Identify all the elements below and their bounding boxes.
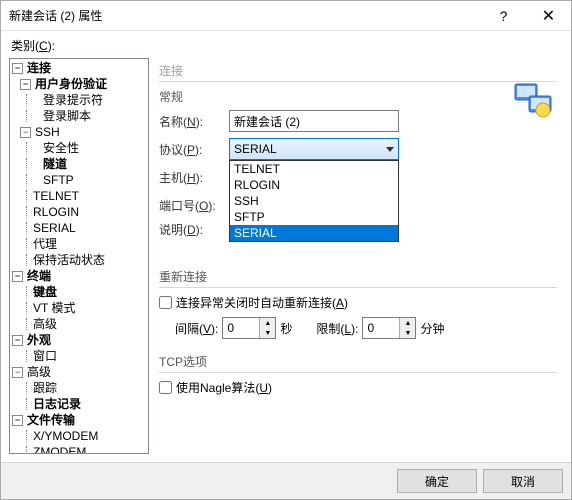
reconnect-params: 间隔(V): 0 ▲▼ 秒 限制(L): 0 ▲▼ 分钟 xyxy=(175,317,557,339)
tree-tunnel[interactable]: 隧道 xyxy=(12,156,146,172)
toggle-icon[interactable]: − xyxy=(20,127,31,138)
category-tree[interactable]: −连接 −用户身份验证 登录提示符 登录脚本 −SSH 安全性 隧道 SFTP … xyxy=(9,58,149,454)
main-split: −连接 −用户身份验证 登录提示符 登录脚本 −SSH 安全性 隧道 SFTP … xyxy=(9,58,563,454)
protocol-option[interactable]: RLOGIN xyxy=(230,177,398,193)
row-name: 名称(N): xyxy=(159,109,557,133)
toggle-icon[interactable]: − xyxy=(12,271,23,282)
tree-connection[interactable]: −连接 xyxy=(12,60,146,76)
dialog-body: 类别(C): −连接 −用户身份验证 登录提示符 登录脚本 −SSH 安全性 隧… xyxy=(1,31,571,462)
protocol-dropdown[interactable]: TELNETRLOGINSSHSFTPSERIAL xyxy=(229,160,399,242)
toggle-icon[interactable]: − xyxy=(20,79,31,90)
button-bar: 确定 取消 xyxy=(1,462,571,499)
port-label: 端口号(O): xyxy=(159,197,229,214)
spinner-arrows[interactable]: ▲▼ xyxy=(399,318,415,338)
interval-unit: 秒 xyxy=(280,320,292,337)
tree-terminal[interactable]: −终端 xyxy=(12,268,146,284)
tree-term-advanced[interactable]: 高级 xyxy=(12,316,146,332)
tree-zmodem[interactable]: ZMODEM xyxy=(12,444,146,454)
category-label-text: 类别 xyxy=(11,39,35,53)
cancel-button[interactable]: 取消 xyxy=(483,469,563,493)
divider xyxy=(159,81,557,82)
name-label: 名称(N): xyxy=(159,113,229,130)
auto-reconnect-row: 连接异常关闭时自动重新连接(A) xyxy=(159,294,557,311)
tree-serial[interactable]: SERIAL xyxy=(12,220,146,236)
help-button[interactable]: ? xyxy=(481,1,526,30)
section-general: 常规 xyxy=(159,88,557,105)
form-pane: 连接 常规 名称(N): xyxy=(149,58,563,454)
chevron-up-icon[interactable]: ▲ xyxy=(260,318,275,328)
tree-telnet[interactable]: TELNET xyxy=(12,188,146,204)
tree-window[interactable]: 窗口 xyxy=(12,348,146,364)
divider xyxy=(159,287,557,288)
limit-value: 0 xyxy=(363,318,399,338)
tree-trace[interactable]: 跟踪 xyxy=(12,380,146,396)
chevron-down-icon xyxy=(386,147,394,152)
tree-ssh[interactable]: −SSH xyxy=(12,124,146,140)
chevron-down-icon[interactable]: ▼ xyxy=(260,328,275,338)
chevron-down-icon[interactable]: ▼ xyxy=(400,328,415,338)
desc-label: 说明(D): xyxy=(159,221,229,238)
spinner-arrows[interactable]: ▲▼ xyxy=(259,318,275,338)
auto-reconnect-checkbox[interactable] xyxy=(159,296,172,309)
close-button[interactable]: ✕ xyxy=(526,1,571,30)
limit-spinner[interactable]: 0 ▲▼ xyxy=(362,317,416,339)
tree-advanced[interactable]: −高级 xyxy=(12,364,146,380)
name-input[interactable] xyxy=(229,110,399,132)
titlebar: 新建会话 (2) 属性 ? ✕ xyxy=(1,1,571,31)
nagle-checkbox[interactable] xyxy=(159,381,172,394)
auto-reconnect-label: 连接异常关闭时自动重新连接(A) xyxy=(176,294,348,311)
limit-label: 限制(L): xyxy=(316,320,358,337)
row-protocol: 协议(P): SERIAL xyxy=(159,137,557,161)
nagle-label: 使用Nagle算法(U) xyxy=(176,379,272,396)
host-label: 主机(H): xyxy=(159,169,229,186)
tree-login-prompt[interactable]: 登录提示符 xyxy=(12,92,146,108)
tree-login-script[interactable]: 登录脚本 xyxy=(12,108,146,124)
divider xyxy=(159,372,557,373)
section-reconnect: 重新连接 xyxy=(159,268,557,285)
chevron-up-icon[interactable]: ▲ xyxy=(400,318,415,328)
section-tcp: TCP选项 xyxy=(159,353,557,370)
interval-label: 间隔(V): xyxy=(175,320,218,337)
protocol-combo[interactable]: SERIAL xyxy=(229,138,399,160)
interval-value: 0 xyxy=(223,318,259,338)
protocol-label: 协议(P): xyxy=(159,141,229,158)
tree-auth[interactable]: −用户身份验证 xyxy=(12,76,146,92)
toggle-icon[interactable]: − xyxy=(12,335,23,346)
tree-sftp[interactable]: SFTP xyxy=(12,172,146,188)
protocol-option[interactable]: TELNET xyxy=(230,161,398,177)
limit-unit: 分钟 xyxy=(420,320,444,337)
tree-keepalive[interactable]: 保持活动状态 xyxy=(12,252,146,268)
dialog-title: 新建会话 (2) 属性 xyxy=(9,7,481,24)
toggle-icon[interactable]: − xyxy=(12,415,23,426)
tree-file-transfer[interactable]: −文件传输 xyxy=(12,412,146,428)
tree-keyboard[interactable]: 键盘 xyxy=(12,284,146,300)
tree-security[interactable]: 安全性 xyxy=(12,140,146,156)
toggle-icon[interactable]: − xyxy=(12,63,23,74)
tree-appearance[interactable]: −外观 xyxy=(12,332,146,348)
tree-vt-mode[interactable]: VT 模式 xyxy=(12,300,146,316)
protocol-option[interactable]: SSH xyxy=(230,193,398,209)
nagle-row: 使用Nagle算法(U) xyxy=(159,379,557,396)
protocol-value: SERIAL xyxy=(234,142,277,156)
session-properties-dialog: 新建会话 (2) 属性 ? ✕ 类别(C): −连接 −用户身份验证 登录提示符… xyxy=(0,0,572,500)
tree-proxy[interactable]: 代理 xyxy=(12,236,146,252)
connection-icon xyxy=(513,80,553,120)
toggle-icon[interactable]: − xyxy=(12,367,23,378)
ok-button[interactable]: 确定 xyxy=(397,469,477,493)
interval-spinner[interactable]: 0 ▲▼ xyxy=(222,317,276,339)
category-hotkey: C xyxy=(39,39,48,53)
protocol-option[interactable]: SERIAL xyxy=(230,225,398,241)
protocol-option[interactable]: SFTP xyxy=(230,209,398,225)
tree-rlogin[interactable]: RLOGIN xyxy=(12,204,146,220)
tree-xymodem[interactable]: X/YMODEM xyxy=(12,428,146,444)
tree-log[interactable]: 日志记录 xyxy=(12,396,146,412)
category-label: 类别(C): xyxy=(11,37,563,54)
section-connection: 连接 xyxy=(159,62,557,79)
